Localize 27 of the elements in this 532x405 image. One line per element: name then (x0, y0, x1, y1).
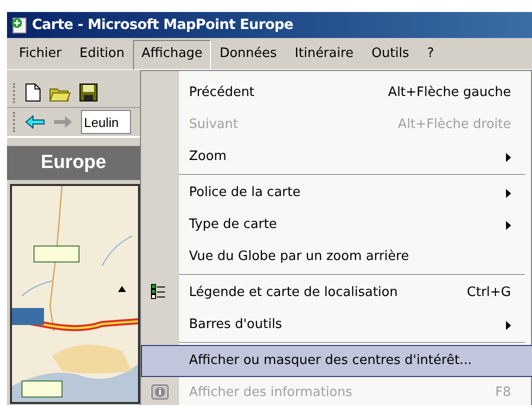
menu-item[interactable]: Précédent Alt+Flèche gauche (179, 77, 531, 109)
menu-item[interactable]: Fichier (10, 38, 70, 68)
submenu-arrow-icon (506, 188, 511, 198)
menu-item[interactable]: Vue du Globe par un zoom arrière (179, 241, 531, 273)
info-icon (151, 384, 169, 402)
menu-item[interactable]: Outils (362, 38, 418, 68)
menu-item[interactable]: Légende et carte de localisation Ctrl+G (179, 277, 531, 309)
menu-item[interactable]: Barres d'outils (179, 309, 531, 341)
menu-item[interactable]: Données (210, 38, 286, 68)
menu-item[interactable]: Type de carte (179, 209, 531, 241)
submenu-arrow-icon (506, 152, 511, 162)
menu-item[interactable]: Police de la carte (179, 177, 531, 209)
menu-item[interactable]: Edition (70, 38, 134, 68)
location-field[interactable]: Leulin (81, 110, 131, 134)
panel-title: Europe (40, 150, 106, 175)
menu-item[interactable]: Itinéraire (286, 38, 363, 68)
submenu-arrow-icon (506, 220, 511, 230)
window-title: Carte - Microsoft MapPoint Europe (32, 16, 294, 34)
menu-item[interactable]: Affichage (133, 40, 211, 70)
back-arrow-icon[interactable] (25, 115, 45, 129)
menu-item[interactable]: Afficher ou masquer des centres d'intérêt... (141, 345, 532, 377)
app-icon (10, 16, 28, 34)
legend-icon (151, 284, 165, 300)
new-document-icon[interactable] (25, 83, 41, 102)
menu-item[interactable]: Zoom (179, 141, 531, 173)
menu-item[interactable]: ? (418, 38, 444, 68)
submenu-arrow-icon (506, 320, 511, 330)
